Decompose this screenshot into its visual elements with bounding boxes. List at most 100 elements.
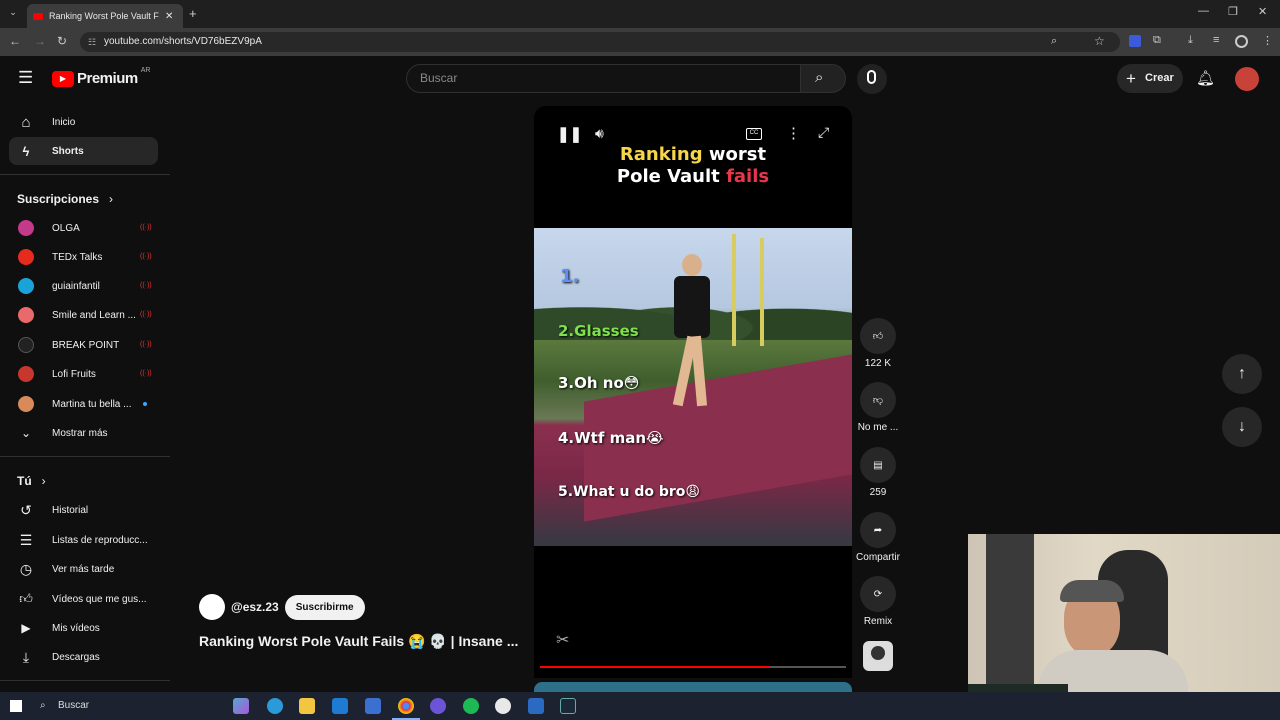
extensions-puzzle-icon[interactable]: ⧉ <box>1153 34 1161 47</box>
browser-tab[interactable]: Ranking Worst Pole Vault F ✕ <box>27 4 183 28</box>
sidebar-item-downloads[interactable]: ⤓ Descargas <box>9 643 158 671</box>
profile-icon[interactable] <box>1235 35 1248 48</box>
windows-start-icon[interactable] <box>10 700 22 712</box>
forward-icon[interactable]: → <box>34 34 46 48</box>
sound-thumbnail[interactable] <box>863 641 893 671</box>
outlook-icon[interactable] <box>332 698 348 714</box>
app-icon[interactable] <box>528 698 544 714</box>
sidebar-item-label: Mostrar más <box>52 427 108 439</box>
sidebar-item-subscription[interactable]: Smile and Learn ... ((·)) <box>9 301 158 329</box>
url-field[interactable]: ☷ youtube.com/shorts/VD76bEZV9pA <box>80 32 1120 52</box>
bookmark-star-icon[interactable]: ☆ <box>1094 34 1105 48</box>
copilot-icon[interactable] <box>233 698 249 714</box>
youtube-header: ☰ ▶ Premium AR Buscar ⌕ + Crear 🔔︎ <box>0 56 1280 102</box>
live-icon: ((·)) <box>140 224 152 231</box>
reload-icon[interactable]: ↻ <box>57 34 67 48</box>
close-icon[interactable]: ✕ <box>165 11 173 22</box>
youtube-favicon-icon <box>33 12 43 20</box>
download-icon[interactable]: ⤓ <box>1188 34 1193 47</box>
hamburger-menu-icon[interactable]: ☰ <box>18 68 33 88</box>
new-tab-icon[interactable]: + <box>189 6 197 21</box>
show-more-button[interactable]: ⌄ Mostrar más <box>9 419 158 447</box>
channel-handle[interactable]: @esz.23 <box>231 600 279 614</box>
channel-avatar[interactable] <box>199 594 225 620</box>
avatar[interactable] <box>1235 67 1259 91</box>
sidebar-item-subscription[interactable]: BREAK POINT ((·)) <box>9 331 158 359</box>
sidebar-item-inicio[interactable]: ⌂ Inicio <box>9 108 158 136</box>
sidebar-item-subscription[interactable]: OLGA ((·)) <box>9 214 158 242</box>
restore-icon[interactable]: ❐ <box>1228 5 1238 18</box>
search-input[interactable]: Buscar <box>406 64 801 93</box>
sidebar-item-liked-videos[interactable]: 👍︎ Vídeos que me gus... <box>9 585 158 613</box>
sidebar-item-my-videos[interactable]: ▶ Mis vídeos <box>9 614 158 642</box>
search-icon: ⌕ <box>40 700 46 711</box>
subscribe-button[interactable]: Suscribirme <box>284 594 365 620</box>
like-button[interactable]: 👍︎ 122 K <box>858 318 898 369</box>
steam-icon[interactable] <box>560 698 576 714</box>
sidebar-item-historial[interactable]: ↺ Historial <box>9 496 158 524</box>
sidebar-item-label: Vídeos que me gus... <box>52 593 147 605</box>
window-close-icon[interactable]: ✕ <box>1258 5 1267 18</box>
history-icon: ↺ <box>20 501 32 518</box>
subscriptions-heading[interactable]: Suscripciones › <box>17 192 113 206</box>
spotify-icon[interactable] <box>463 698 479 714</box>
edge-icon[interactable] <box>267 698 283 714</box>
search-button[interactable]: ⌕ <box>800 64 846 93</box>
volume-icon[interactable]: 🔊︎ <box>595 125 604 142</box>
extension-icon[interactable] <box>1129 35 1141 47</box>
previous-short-button[interactable]: ↑ <box>1222 354 1262 394</box>
sidebar-item-playlists[interactable]: ☰ Listas de reproducc... <box>9 526 158 554</box>
sidebar-item-subscription[interactable]: Lofi Fruits ((·)) <box>9 360 158 388</box>
pause-icon[interactable]: ❚❚ <box>557 125 582 143</box>
headphones <box>1060 580 1124 602</box>
back-icon[interactable]: ← <box>9 34 21 48</box>
remix-button[interactable]: ⟳ Remix <box>858 576 898 627</box>
menu-icon[interactable]: ⋮ <box>1262 34 1273 47</box>
chrome-icon[interactable] <box>398 698 414 714</box>
app-icon[interactable] <box>430 698 446 714</box>
create-button[interactable]: + Crear <box>1117 64 1183 93</box>
shorts-video-player[interactable]: ❚❚ 🔊︎ CC ⋮ ⤢ Ranking worst Pole Vault fa… <box>534 106 852 678</box>
sidebar-item-label: Martina tu bella ... <box>52 398 132 410</box>
tab-list-icon[interactable]: ⌄ <box>6 7 20 21</box>
sidebar-item-subscription[interactable]: guiainfantil ((·)) <box>9 272 158 300</box>
voice-search-button[interactable] <box>857 64 887 94</box>
sidebar-item-subscription[interactable]: Martina tu bella ... <box>9 390 158 418</box>
sidebar-item-watch-later[interactable]: ◷ Ver más tarde <box>9 555 158 583</box>
more-options-icon[interactable]: ⋮ <box>786 124 801 142</box>
share-button[interactable]: ➦ Compartir <box>850 512 906 563</box>
title-word: fails <box>726 166 770 187</box>
file-explorer-icon[interactable] <box>299 698 315 714</box>
video-caption[interactable]: Ranking Worst Pole Vault Fails 😭 💀 | Ins… <box>199 633 519 650</box>
sidebar-item-label: Historial <box>52 504 89 516</box>
remix-icon: ⟳ <box>860 576 896 612</box>
rank-label: 1. <box>560 266 580 287</box>
next-short-preview[interactable] <box>534 682 852 692</box>
address-bar-row: ← → ↻ ☷ youtube.com/shorts/VD76bEZV9pA ⌕… <box>0 28 1280 56</box>
youtube-premium-logo[interactable]: ▶ Premium AR <box>52 67 150 87</box>
fullscreen-icon[interactable]: ⤢ <box>818 124 829 141</box>
taskbar-search-label: Buscar <box>58 700 90 711</box>
you-heading[interactable]: Tú › <box>17 474 46 488</box>
comment-count: 259 <box>869 487 887 498</box>
vault-upright <box>760 238 764 346</box>
captions-icon[interactable]: CC <box>746 128 762 140</box>
url-text: youtube.com/shorts/VD76bEZV9pA <box>104 36 262 47</box>
store-icon[interactable] <box>365 698 381 714</box>
notifications-bell-icon[interactable]: 🔔︎ <box>1196 69 1215 87</box>
channel-avatar <box>18 337 34 353</box>
minimize-icon[interactable]: — <box>1198 5 1209 17</box>
dislike-button[interactable]: 👎︎ No me ... <box>854 382 902 433</box>
media-icon[interactable]: ≡ <box>1213 34 1219 46</box>
site-info-icon[interactable]: ☷ <box>88 32 96 52</box>
zoom-icon[interactable]: ⌕ <box>1051 35 1057 48</box>
sidebar-item-shorts[interactable]: ϟ Shorts <box>9 137 158 165</box>
like-icon: 👍︎ <box>860 318 896 354</box>
vault-upright <box>732 234 736 346</box>
sidebar-item-subscription[interactable]: TEDx Talks ((·)) <box>9 243 158 271</box>
taskbar-search[interactable]: ⌕ Buscar <box>32 696 222 716</box>
comments-button[interactable]: ▤ 259 <box>858 447 898 498</box>
progress-track[interactable] <box>540 666 846 668</box>
next-short-button[interactable]: ↓ <box>1222 407 1262 447</box>
app-icon[interactable] <box>495 698 511 714</box>
